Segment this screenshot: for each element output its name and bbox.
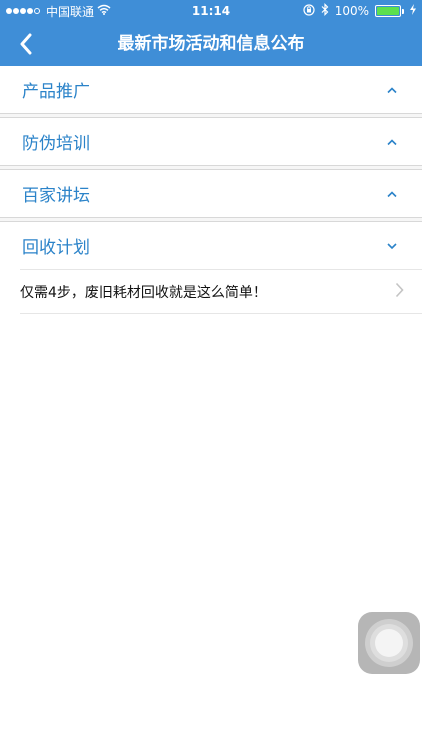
chevron-left-icon — [20, 33, 32, 55]
charging-icon — [410, 4, 416, 18]
status-right: 100% — [303, 0, 416, 22]
chevron-up-icon — [384, 188, 400, 200]
assistive-touch-button[interactable] — [358, 612, 420, 674]
section-label: 百家讲坛 — [22, 186, 90, 206]
battery-percent: 100% — [334, 4, 369, 18]
section-label: 产品推广 — [22, 82, 90, 102]
main-content: 产品推广 防伪培训 百家讲坛 回收计划 仅需4步，废旧耗材回收就是这么简单！ — [0, 66, 422, 314]
bluetooth-icon — [321, 3, 329, 19]
section-header-anti-counterfeit-training[interactable]: 防伪培训 — [0, 118, 422, 165]
chevron-up-icon — [384, 136, 400, 148]
orientation-lock-icon — [303, 3, 315, 19]
page-title: 最新市场活动和信息公布 — [117, 34, 305, 54]
section-label: 回收计划 — [22, 238, 90, 258]
list-item-label: 仅需4步，废旧耗材回收就是这么简单！ — [20, 284, 267, 301]
list-item[interactable]: 仅需4步，废旧耗材回收就是这么简单！ — [20, 269, 422, 314]
section-label: 防伪培训 — [22, 134, 90, 154]
assistive-touch-icon — [365, 619, 413, 667]
nav-bar: 最新市场活动和信息公布 — [0, 22, 422, 66]
section-header-recycling-plan[interactable]: 回收计划 — [0, 222, 422, 269]
chevron-down-icon — [384, 240, 400, 252]
section-header-product-promotion[interactable]: 产品推广 — [0, 66, 422, 113]
section-header-lecture-forum[interactable]: 百家讲坛 — [0, 170, 422, 217]
status-bar: 中国联通 11:14 100% — [0, 0, 422, 22]
chevron-up-icon — [384, 84, 400, 96]
back-button[interactable] — [6, 22, 46, 66]
battery-icon — [375, 5, 404, 17]
chevron-right-icon — [395, 282, 404, 302]
